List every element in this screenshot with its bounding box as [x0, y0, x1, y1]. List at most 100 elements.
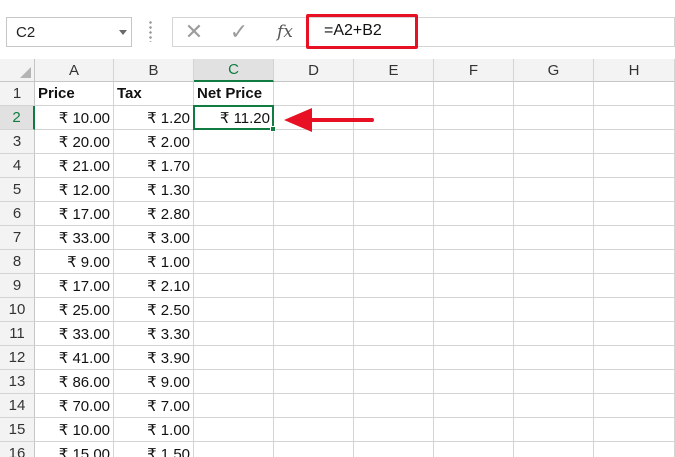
cell-g9[interactable]	[514, 274, 594, 298]
cell-e1[interactable]	[354, 82, 434, 106]
cell-e11[interactable]	[354, 322, 434, 346]
cell-c3[interactable]	[194, 130, 274, 154]
cell-c2[interactable]: ₹ 11.20	[194, 106, 274, 130]
cell-a16[interactable]: ₹ 15.00	[35, 442, 114, 457]
fx-icon[interactable]: fx	[271, 17, 299, 47]
row-header-16[interactable]: 16	[0, 442, 35, 457]
cell-g7[interactable]	[514, 226, 594, 250]
cell-c13[interactable]	[194, 370, 274, 394]
row-header-11[interactable]: 11	[0, 322, 35, 346]
cell-d1[interactable]	[274, 82, 354, 106]
row-header-5[interactable]: 5	[0, 178, 35, 202]
cell-d11[interactable]	[274, 322, 354, 346]
cell-a8[interactable]: ₹ 9.00	[35, 250, 114, 274]
cell-h13[interactable]	[594, 370, 675, 394]
cell-f6[interactable]	[434, 202, 514, 226]
cell-a10[interactable]: ₹ 25.00	[35, 298, 114, 322]
row-header-6[interactable]: 6	[0, 202, 35, 226]
column-header-c[interactable]: C	[194, 59, 274, 82]
row-header-12[interactable]: 12	[0, 346, 35, 370]
cell-f14[interactable]	[434, 394, 514, 418]
cell-b10[interactable]: ₹ 2.50	[114, 298, 194, 322]
row-header-3[interactable]: 3	[0, 130, 35, 154]
cell-d16[interactable]	[274, 442, 354, 457]
cell-a14[interactable]: ₹ 70.00	[35, 394, 114, 418]
checkmark-icon[interactable]: ✓	[225, 17, 253, 47]
cell-b16[interactable]: ₹ 1.50	[114, 442, 194, 457]
cell-b4[interactable]: ₹ 1.70	[114, 154, 194, 178]
row-header-7[interactable]: 7	[0, 226, 35, 250]
fill-handle[interactable]	[270, 126, 276, 132]
cell-f7[interactable]	[434, 226, 514, 250]
cell-h3[interactable]	[594, 130, 675, 154]
row-header-15[interactable]: 15	[0, 418, 35, 442]
select-all-button[interactable]	[0, 59, 35, 82]
cell-h15[interactable]	[594, 418, 675, 442]
cell-c6[interactable]	[194, 202, 274, 226]
cell-a13[interactable]: ₹ 86.00	[35, 370, 114, 394]
cell-g4[interactable]	[514, 154, 594, 178]
cell-a1[interactable]: Price	[35, 82, 114, 106]
cell-d13[interactable]	[274, 370, 354, 394]
cell-g15[interactable]	[514, 418, 594, 442]
cell-a11[interactable]: ₹ 33.00	[35, 322, 114, 346]
cell-f1[interactable]	[434, 82, 514, 106]
cell-e13[interactable]	[354, 370, 434, 394]
cell-f2[interactable]	[434, 106, 514, 130]
cell-g13[interactable]	[514, 370, 594, 394]
cell-c8[interactable]	[194, 250, 274, 274]
chevron-down-icon[interactable]	[119, 30, 127, 35]
cell-f3[interactable]	[434, 130, 514, 154]
cell-h12[interactable]	[594, 346, 675, 370]
cell-g2[interactable]	[514, 106, 594, 130]
cell-c10[interactable]	[194, 298, 274, 322]
cell-d6[interactable]	[274, 202, 354, 226]
cell-h5[interactable]	[594, 178, 675, 202]
cell-h4[interactable]	[594, 154, 675, 178]
column-header-g[interactable]: G	[514, 59, 594, 82]
cell-f5[interactable]	[434, 178, 514, 202]
cell-b1[interactable]: Tax	[114, 82, 194, 106]
cell-b2[interactable]: ₹ 1.20	[114, 106, 194, 130]
cell-e14[interactable]	[354, 394, 434, 418]
cell-c15[interactable]	[194, 418, 274, 442]
cell-f9[interactable]	[434, 274, 514, 298]
cell-e6[interactable]	[354, 202, 434, 226]
cell-g10[interactable]	[514, 298, 594, 322]
row-header-4[interactable]: 4	[0, 154, 35, 178]
cell-g16[interactable]	[514, 442, 594, 457]
cell-g14[interactable]	[514, 394, 594, 418]
cell-h14[interactable]	[594, 394, 675, 418]
column-header-d[interactable]: D	[274, 59, 354, 82]
cell-a9[interactable]: ₹ 17.00	[35, 274, 114, 298]
cell-b12[interactable]: ₹ 3.90	[114, 346, 194, 370]
cell-e9[interactable]	[354, 274, 434, 298]
cell-b13[interactable]: ₹ 9.00	[114, 370, 194, 394]
cell-h11[interactable]	[594, 322, 675, 346]
cell-b7[interactable]: ₹ 3.00	[114, 226, 194, 250]
cell-c7[interactable]	[194, 226, 274, 250]
cell-f16[interactable]	[434, 442, 514, 457]
cell-c9[interactable]	[194, 274, 274, 298]
cell-b15[interactable]: ₹ 1.00	[114, 418, 194, 442]
cell-e4[interactable]	[354, 154, 434, 178]
cell-c1[interactable]: Net Price	[194, 82, 274, 106]
formula-bar-resize-handle[interactable]	[149, 20, 152, 42]
cell-h10[interactable]	[594, 298, 675, 322]
cell-g3[interactable]	[514, 130, 594, 154]
cell-a12[interactable]: ₹ 41.00	[35, 346, 114, 370]
name-box[interactable]: C2	[6, 17, 132, 47]
close-icon[interactable]: ✕	[180, 17, 208, 47]
cell-a3[interactable]: ₹ 20.00	[35, 130, 114, 154]
cell-c11[interactable]	[194, 322, 274, 346]
cell-d5[interactable]	[274, 178, 354, 202]
column-header-e[interactable]: E	[354, 59, 434, 82]
cell-c5[interactable]	[194, 178, 274, 202]
cell-b5[interactable]: ₹ 1.30	[114, 178, 194, 202]
cell-e15[interactable]	[354, 418, 434, 442]
cell-g12[interactable]	[514, 346, 594, 370]
column-header-f[interactable]: F	[434, 59, 514, 82]
cell-e16[interactable]	[354, 442, 434, 457]
cell-c12[interactable]	[194, 346, 274, 370]
row-header-10[interactable]: 10	[0, 298, 35, 322]
